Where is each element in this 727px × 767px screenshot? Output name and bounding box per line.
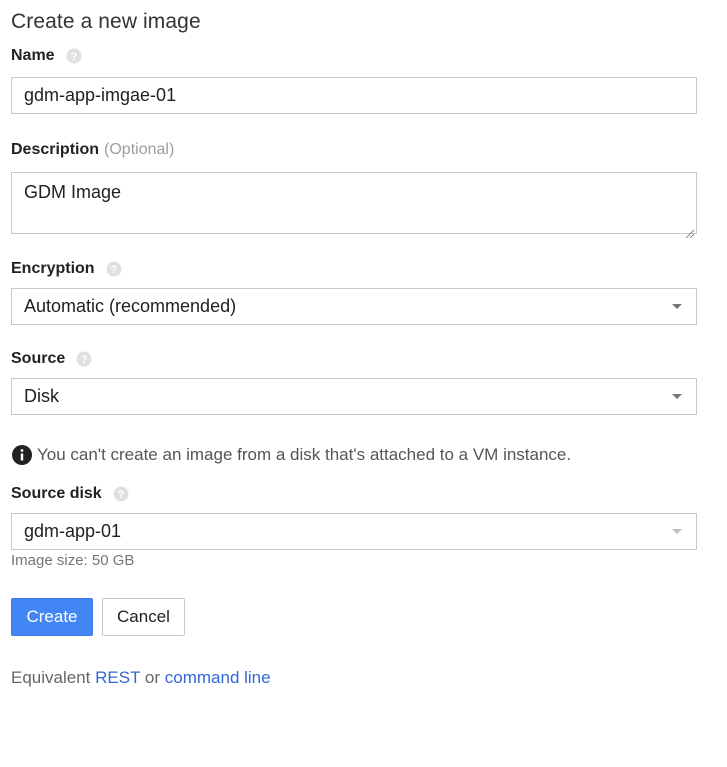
help-icon[interactable]: ? <box>66 48 82 64</box>
description-label: Description <box>11 141 100 158</box>
source-label: Source <box>11 350 66 367</box>
caret-down-icon <box>672 394 682 399</box>
name-label-row: Name ? <box>11 47 82 65</box>
encryption-select[interactable]: Automatic (recommended) <box>11 288 697 325</box>
source-disk-label: Source disk <box>11 485 102 502</box>
footer-or: or <box>144 668 161 687</box>
equivalent-footer: Equivalent REST or command line <box>11 668 271 688</box>
info-text: You can't create an image from a disk th… <box>37 445 572 464</box>
source-disk-selected: gdm-app-01 <box>24 521 122 541</box>
optional-tag: (Optional) <box>104 141 175 158</box>
description-value: GDM Image <box>24 182 122 202</box>
name-input[interactable]: gdm-app-imgae-01 <box>11 77 697 114</box>
help-icon[interactable]: ? <box>76 351 92 367</box>
source-disk-select[interactable]: gdm-app-01 <box>11 513 697 550</box>
footer-prefix: Equivalent <box>11 668 91 687</box>
svg-text:?: ? <box>70 51 77 63</box>
svg-text:?: ? <box>81 354 88 366</box>
description-textarea[interactable]: GDM Image <box>11 172 697 239</box>
source-label-row: Source ? <box>11 350 92 368</box>
rest-link[interactable]: REST <box>95 668 140 687</box>
encryption-label: Encryption <box>11 260 95 277</box>
cancel-button[interactable]: Cancel <box>102 598 185 636</box>
image-size-text: Image size: 50 GB <box>11 552 135 569</box>
help-icon[interactable]: ? <box>106 261 122 277</box>
svg-text:?: ? <box>110 264 117 276</box>
create-image-form: Create a new image Name ? gdm-app-imgae-… <box>0 0 727 767</box>
name-label: Name <box>11 47 55 64</box>
resize-grip-icon[interactable] <box>684 221 695 239</box>
encryption-selected: Automatic (recommended) <box>24 296 237 316</box>
create-button[interactable]: Create <box>11 598 93 636</box>
name-input-value: gdm-app-imgae-01 <box>24 85 177 105</box>
source-disk-label-row: Source disk ? <box>11 485 129 503</box>
svg-text:?: ? <box>117 489 124 501</box>
description-label-row: Description (Optional) <box>11 141 174 159</box>
page-title: Create a new image <box>11 10 201 33</box>
caret-down-icon <box>672 304 682 309</box>
caret-down-icon <box>672 529 682 534</box>
command-line-link[interactable]: command line <box>165 668 271 687</box>
help-icon[interactable]: ? <box>113 486 129 502</box>
source-select[interactable]: Disk <box>11 378 697 415</box>
info-circle-icon <box>11 444 33 466</box>
info-note: You can't create an image from a disk th… <box>11 444 571 466</box>
encryption-label-row: Encryption ? <box>11 260 122 278</box>
source-selected: Disk <box>24 386 59 406</box>
